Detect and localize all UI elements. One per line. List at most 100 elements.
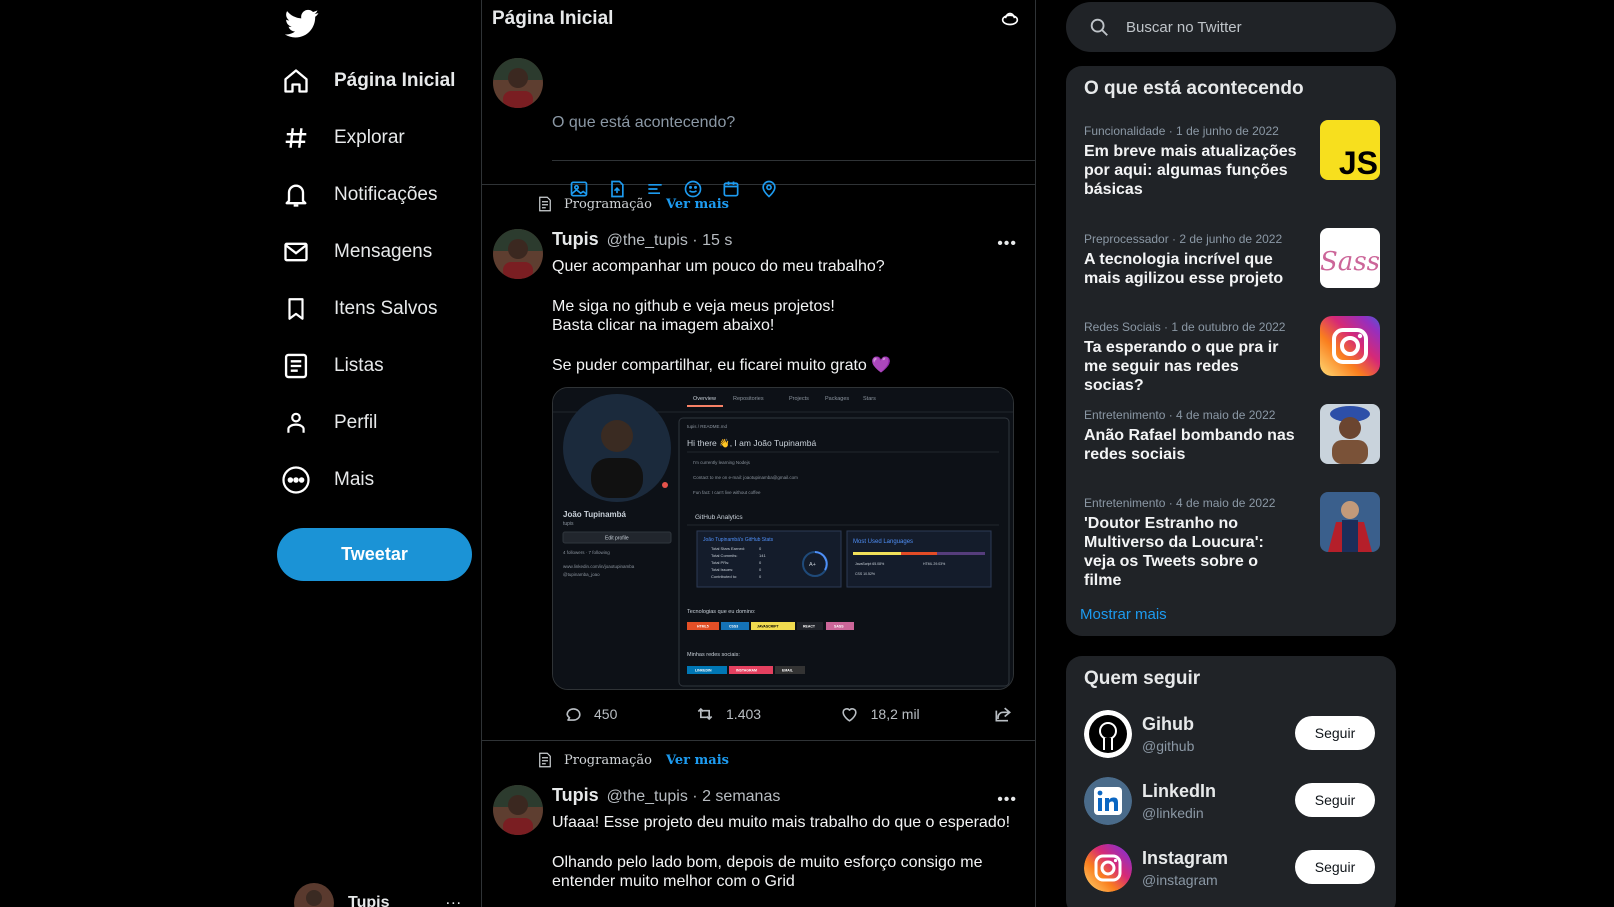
context-link[interactable]: Ver mais [666,197,729,212]
svg-text:Contributed to:: Contributed to: [711,574,737,579]
media-followers: 4 followers · 7 following [563,550,610,555]
nav-item-home[interactable]: Página Inicial [280,52,455,109]
tweet-header: Tupis @the_tupis · 2 semanas [552,785,780,806]
account-switcher[interactable]: Tupis ... [294,882,462,907]
svg-text:JavaScript 65.08%: JavaScript 65.08% [855,562,884,566]
show-more-link[interactable]: Mostrar mais [1080,606,1167,623]
trend-item[interactable]: Redes Sociais · 1 de outubro de 2022 Ta … [1084,316,1384,395]
reply-button[interactable]: 450 [562,703,694,725]
trend-text: 'Doutor Estranho no Multiverso da Loucur… [1084,515,1264,589]
trend-photo-thumb [1320,404,1380,464]
tweet-text: Me siga no github e veja meus projetos! [552,298,835,315]
svg-text:CSS 10.52%: CSS 10.52% [855,572,875,576]
mail-icon [280,236,312,268]
reply-count: 450 [594,706,618,722]
sass-logo-thumb: Sass [1320,228,1380,288]
trends-panel: O que está acontecendo Funcionalidade · … [1066,66,1396,636]
svg-text:HTML 29.03%: HTML 29.03% [923,562,945,566]
trend-text: Anão Rafael bombando nas redes sociais [1084,427,1295,463]
more-options-icon[interactable]: ••• [997,791,1017,809]
like-button[interactable]: 18,2 mil [839,703,992,725]
follow-suggestion[interactable]: Instagram @instagram Seguir [1084,844,1384,894]
tweet-handle-time: @the_tupis · 15 s [606,232,733,249]
trends-title: O que está acontecendo [1084,78,1304,99]
composer-input[interactable] [552,106,1032,140]
context-topic: Programação [564,752,653,768]
tweet-author[interactable]: Tupis [552,229,599,250]
follow-title: Quem seguir [1084,668,1201,689]
share-button[interactable] [992,703,1024,725]
media-bullet: Fun fact: I can't live without coffee [693,490,761,495]
tweet-author[interactable]: Tupis [552,785,599,806]
svg-text:CSS3: CSS3 [729,625,738,629]
media-profile-name: João Tupinambá [563,510,627,519]
search-input[interactable] [1126,18,1366,36]
sparkle-icon[interactable] [999,8,1021,30]
hashtag-icon [280,122,312,154]
tweet[interactable]: Programação Ver mais Tupis @the_tupis · … [482,741,1035,907]
svg-text:Sass: Sass [1320,247,1380,277]
nav-item-explore[interactable]: Explorar [280,109,455,166]
media-tab: Projects [789,396,809,402]
svg-text:SASS: SASS [834,625,844,629]
person-icon [280,407,312,439]
follow-handle: @linkedin [1142,805,1204,821]
who-to-follow-panel: Quem seguir Gihub @github Seguir LinkedI… [1066,656,1396,907]
media-bullet: I'm currently learning Nodejs [693,460,751,465]
tweet-button[interactable]: Tweetar [277,528,472,581]
follow-button[interactable]: Seguir [1295,783,1375,817]
nav-item-profile[interactable]: Perfil [280,394,455,451]
tweet-text: Ufaaa! Esse projeto deu muito mais traba… [552,814,1011,831]
media-social-title: Minhas redes sociais: [687,652,740,658]
avatar[interactable] [493,229,543,279]
instagram-logo-thumb [1320,316,1380,376]
nav-label: Explorar [334,126,405,148]
tweet-context: Programação Ver mais [536,751,729,769]
trend-item[interactable]: Entretenimento · 4 de maio de 2022 Anão … [1084,404,1384,464]
follow-button[interactable]: Seguir [1295,716,1375,750]
media-tech-title: Tecnologias que eu domino: [687,609,756,615]
tweet-media-image[interactable]: Overview Repositories Projects Packages … [552,387,1014,690]
nav-label: Listas [334,354,384,376]
trend-text: Ta esperando o que pra ir me seguir nas … [1084,339,1279,394]
trend-item[interactable]: Funcionalidade · 1 de junho de 2022 Em b… [1084,120,1384,199]
media-tab: Repositories [733,396,764,402]
right-sidebar: O que está acontecendo Funcionalidade · … [1036,0,1614,907]
nav-item-bookmarks[interactable]: Itens Salvos [280,280,455,337]
nav-item-messages[interactable]: Mensagens [280,223,455,280]
trend-item[interactable]: Entretenimento · 4 de maio de 2022 'Dout… [1084,492,1384,590]
retweet-count: 1.403 [726,706,762,722]
search-bar[interactable] [1066,2,1396,52]
nav-label: Notificações [334,183,438,205]
svg-text:Total Stars Earned:: Total Stars Earned: [711,546,745,551]
nav-item-more[interactable]: Mais [280,451,455,508]
nav-label: Perfil [334,411,378,433]
avatar [294,883,334,907]
search-icon [1090,18,1108,36]
linkedin-avatar [1084,777,1132,825]
twitter-logo-icon[interactable] [285,6,319,40]
trend-text: Em breve mais atualizações por aqui: alg… [1084,143,1297,198]
follow-suggestion[interactable]: LinkedIn @linkedin Seguir [1084,777,1384,827]
account-more-icon[interactable]: ... [446,891,462,907]
nav-item-lists[interactable]: Listas [280,337,455,394]
trend-item[interactable]: Preprocessador · 2 de junho de 2022 A te… [1084,228,1384,288]
tweet-text: Basta clicar na imagem abaixo! [552,317,775,334]
svg-text:Total Commits:: Total Commits: [711,553,737,558]
follow-suggestion[interactable]: Gihub @github Seguir [1084,710,1384,760]
list-icon [280,350,312,382]
media-greeting: Hi there 👋, I am João Tupinambá [687,438,816,449]
context-link[interactable]: Ver mais [666,753,729,768]
purple-heart-emoji: 💜 [871,357,892,374]
more-options-icon[interactable]: ••• [997,235,1017,253]
timeline-header: Página Inicial [482,0,1035,36]
nav-item-notifications[interactable]: Notificações [280,166,455,223]
follow-button[interactable]: Seguir [1295,850,1375,884]
tweet[interactable]: Programação Ver mais Tupis @the_tupis · … [482,185,1035,741]
svg-text:LINKEDIN: LINKEDIN [695,669,712,673]
svg-text:JAVASCRIPT: JAVASCRIPT [757,625,780,629]
avatar[interactable] [493,785,543,835]
retweet-button[interactable]: 1.403 [694,703,839,725]
home-icon [280,65,312,97]
main-nav: Página Inicial Explorar Notificações Men… [280,52,455,508]
